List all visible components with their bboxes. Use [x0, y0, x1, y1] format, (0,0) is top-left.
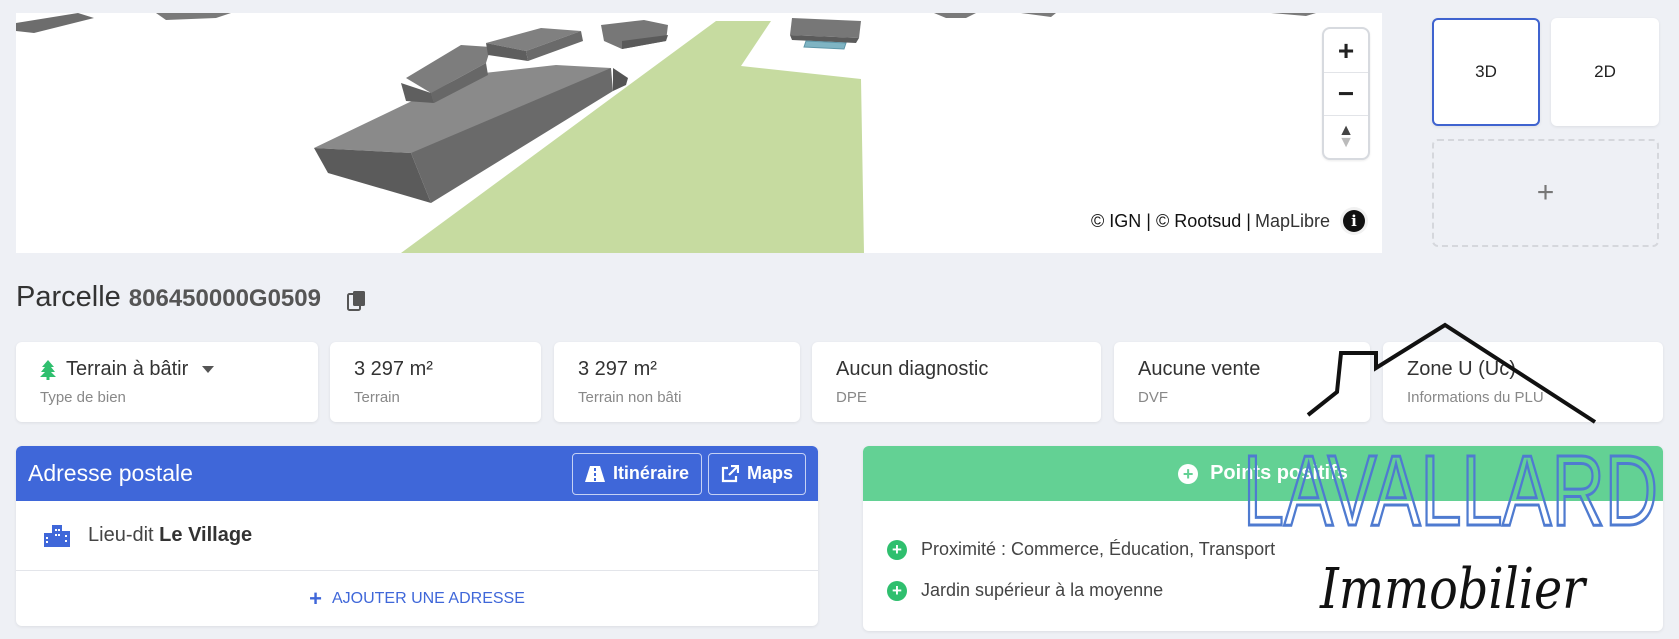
card-land-area: 3 297 m² Terrain — [330, 342, 541, 422]
land-area-label: Terrain — [354, 389, 400, 406]
attribution-info-button[interactable]: i — [1340, 207, 1368, 235]
city-icon — [44, 524, 70, 547]
property-type-label: Type de bien — [40, 389, 126, 406]
dvf-value: Aucune vente — [1138, 358, 1261, 380]
unbuilt-area-value: 3 297 m² — [578, 358, 657, 380]
maps-button[interactable]: Maps — [707, 452, 806, 495]
map-attribution: © IGN | © Rootsud | MapLibre i — [1091, 207, 1368, 235]
building — [1271, 13, 1316, 16]
card-unbuilt-area: 3 297 m² Terrain non bâti — [554, 342, 800, 422]
attribution-text: © IGN | © Rootsud | — [1091, 210, 1251, 231]
plus-circle-icon: + — [1178, 463, 1199, 484]
plus-circle-icon: + — [887, 580, 907, 601]
plus-circle-icon: + — [887, 539, 907, 560]
positive-points-header: + Points positifs — [863, 446, 1663, 501]
address-panel: Adresse postale Itinéraire Maps Lieu-dit… — [16, 446, 818, 626]
building — [156, 13, 231, 20]
external-link-icon — [721, 464, 739, 482]
building — [790, 18, 861, 38]
zoom-out-button[interactable]: − — [1324, 72, 1368, 115]
building — [934, 13, 976, 18]
plus-icon: + — [309, 585, 322, 611]
compass-south-icon: ▼ — [1338, 134, 1354, 151]
plu-value: Zone U (Uc) — [1407, 358, 1516, 380]
map-view[interactable]: + − ▲ ▼ © IGN | © Rootsud | MapLibre i — [16, 13, 1382, 253]
land-area-value: 3 297 m² — [354, 358, 433, 380]
add-address-button[interactable]: + AJOUTER UNE ADRESSE — [16, 571, 818, 626]
road-icon — [584, 465, 605, 482]
positive-points-title: Points positifs — [1210, 462, 1348, 484]
add-view-button[interactable]: + — [1432, 139, 1659, 247]
address-header: Adresse postale Itinéraire Maps — [16, 446, 818, 501]
view-2d-button[interactable]: 2D — [1551, 18, 1659, 126]
unbuilt-area-label: Terrain non bâti — [578, 389, 682, 406]
tree-icon — [40, 359, 56, 380]
address-prefix: Lieu-dit — [88, 524, 154, 546]
dpe-value: Aucun diagnostic — [836, 358, 989, 380]
add-address-label: AJOUTER UNE ADRESSE — [331, 589, 525, 607]
list-item: + Jardin supérieur à la moyenne — [887, 570, 1663, 611]
dpe-label: DPE — [836, 389, 867, 406]
positive-point-text: Jardin supérieur à la moyenne — [921, 580, 1164, 600]
card-plu: Zone U (Uc) Informations du PLU — [1383, 342, 1663, 422]
plu-label: Informations du PLU — [1407, 389, 1544, 406]
copy-icon[interactable] — [347, 290, 367, 312]
map-controls: + − ▲ ▼ — [1322, 27, 1370, 160]
card-dvf: Aucune vente DVF — [1114, 342, 1370, 422]
zoom-in-button[interactable]: + — [1324, 29, 1368, 72]
chevron-down-icon — [202, 366, 215, 373]
positive-points-panel: + Points positifs + Proximité : Commerce… — [863, 446, 1663, 631]
address-title: Adresse postale — [28, 460, 193, 486]
info-icon: i — [1343, 210, 1365, 232]
dvf-label: DVF — [1138, 389, 1168, 406]
property-type-value: Terrain à bâtir — [66, 358, 189, 380]
page-title: Parcelle 806450000G0509 — [16, 281, 321, 317]
positive-point-text: Proximité : Commerce, Éducation, Transpo… — [921, 539, 1276, 559]
address-row: Lieu-dit Le Village — [16, 501, 818, 571]
list-item: + Proximité : Commerce, Éducation, Trans… — [887, 529, 1663, 570]
building — [16, 13, 94, 33]
view-3d-button[interactable]: 3D — [1432, 18, 1540, 126]
compass-button[interactable]: ▲ ▼ — [1324, 115, 1368, 158]
pool — [803, 40, 847, 50]
maps-label: Maps — [746, 463, 793, 483]
parcel-id: 806450000G0509 — [128, 285, 321, 312]
building — [1021, 13, 1056, 17]
address-place: Le Village — [159, 524, 253, 546]
maplibre-link[interactable]: MapLibre — [1255, 211, 1330, 232]
card-dpe: Aucun diagnostic DPE — [812, 342, 1101, 422]
itinerary-button[interactable]: Itinéraire — [571, 452, 702, 495]
parcel-title-prefix: Parcelle — [16, 281, 121, 313]
itinerary-label: Itinéraire — [612, 463, 689, 483]
card-property-type[interactable]: Terrain à bâtir Type de bien — [16, 342, 318, 422]
